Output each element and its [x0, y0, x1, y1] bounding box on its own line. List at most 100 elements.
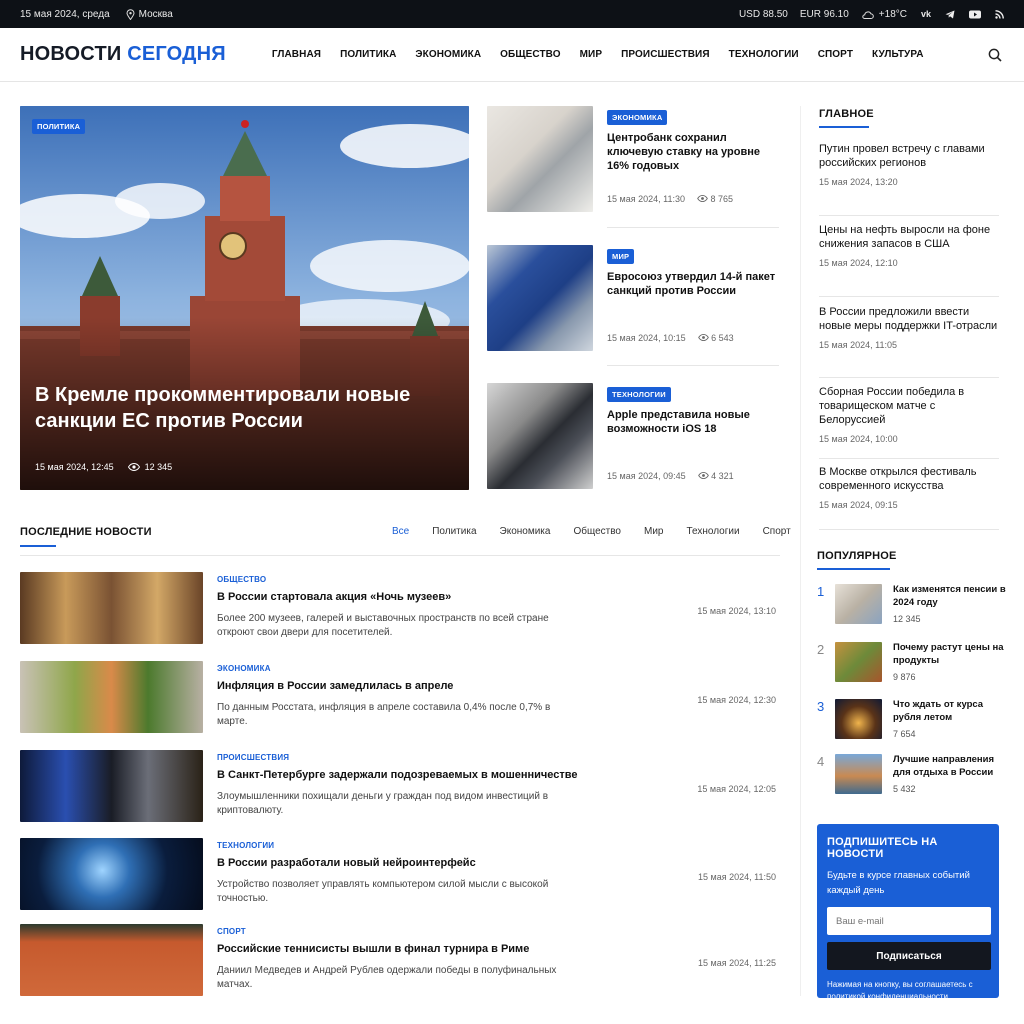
popular-item-title[interactable]: Что ждать от курса рубля летом	[893, 698, 1007, 724]
main-news-item[interactable]: Путин провел встречу с главами российски…	[819, 142, 999, 187]
news-row-category[interactable]: ЭКОНОМИКА	[217, 664, 271, 673]
hero-title[interactable]: В Кремле прокомментировали новые санкции…	[35, 382, 435, 434]
telegram-icon[interactable]	[945, 10, 955, 19]
usd-rate: USD 88.50	[738, 8, 788, 20]
tab-sport[interactable]: Спорт	[763, 526, 791, 537]
main-news-item[interactable]: В Москве открылся фестиваль современного…	[819, 465, 999, 510]
news-row[interactable]: ПРОИСШЕСТВИЯ В Санкт-Петербурге задержал…	[20, 750, 780, 822]
hero-category-badge[interactable]: ПОЛИТИКА	[32, 119, 86, 134]
iphone-image	[487, 383, 593, 489]
eu-flags-image	[487, 245, 593, 351]
nav-item-economy[interactable]: ЭКОНОМИКА	[415, 49, 481, 60]
news-row-category[interactable]: СПОРТ	[217, 927, 246, 936]
main-news-title: ГЛАВНОЕ	[819, 108, 874, 120]
divider	[607, 365, 779, 366]
tab-world[interactable]: Мир	[644, 526, 663, 537]
eye-icon	[697, 194, 708, 203]
nav-item-politics[interactable]: ПОЛИТИКА	[340, 49, 396, 60]
news-row-title[interactable]: В Санкт-Петербурге задержали подозреваем…	[217, 769, 578, 781]
popular-item-views: 12 345	[893, 614, 921, 624]
main-news-item[interactable]: Цены на нефть выросли на фоне снижения з…	[819, 223, 999, 268]
side-article[interactable]: МИР Евросоюз утвердил 14-й пакет санкций…	[487, 245, 779, 351]
tab-politics[interactable]: Политика	[432, 526, 476, 537]
popular-item[interactable]: 3 Что ждать от курса рубля летом 7 654	[817, 699, 1007, 739]
popular-item[interactable]: 4 Лучшие направления для отдыха в России…	[817, 754, 1007, 794]
main-news-item-title[interactable]: В России предложили ввести новые меры по…	[819, 305, 999, 333]
privacy-policy-link[interactable]: политикой конфиденциальности	[827, 992, 948, 1001]
tab-all[interactable]: Все	[392, 526, 409, 537]
news-row-desc: По данным Росстата, инфляция в апреле со…	[217, 702, 551, 727]
location-pin-icon	[126, 8, 135, 20]
latest-news-header: ПОСЛЕДНИЕ НОВОСТИ Все Политика Экономика…	[20, 524, 791, 554]
nav-item-tech[interactable]: ТЕХНОЛОГИИ	[729, 49, 799, 60]
vk-icon[interactable]: vk	[921, 9, 931, 19]
main-news-item[interactable]: В России предложили ввести новые меры по…	[819, 305, 999, 350]
popular-item[interactable]: 2 Почему растут цены на продукты 9 876	[817, 642, 1007, 682]
rss-icon[interactable]	[995, 9, 1004, 19]
popular-item-title[interactable]: Как изменятся пенсии в 2024 году	[893, 583, 1007, 609]
logo[interactable]: НОВОСТИ СЕГОДНЯ	[20, 43, 226, 66]
nav-item-incidents[interactable]: ПРОИСШЕСТВИЯ	[621, 49, 710, 60]
main-news-item-date: 15 мая 2024, 10:00	[819, 434, 898, 444]
nav-item-main[interactable]: ГЛАВНАЯ	[272, 49, 321, 60]
ruble-image	[835, 699, 882, 739]
popular-item-views: 7 654	[893, 729, 916, 739]
side-article[interactable]: ТЕХНОЛОГИИ Apple представила новые возмо…	[487, 383, 779, 489]
main-news-item-title[interactable]: Путин провел встречу с главами российски…	[819, 142, 999, 170]
views-count: 8 765	[710, 194, 734, 204]
news-row[interactable]: СПОРТ Российские теннисисты вышли в фина…	[20, 924, 780, 996]
nav-item-world[interactable]: МИР	[580, 49, 603, 60]
news-row-category[interactable]: ТЕХНОЛОГИИ	[217, 841, 274, 850]
main-nav: ГЛАВНАЯ ПОЛИТИКА ЭКОНОМИКА ОБЩЕСТВО МИР …	[272, 49, 924, 60]
tab-society[interactable]: Общество	[573, 526, 621, 537]
news-row-desc: Злоумышленники похищали деньги у граждан…	[217, 791, 549, 816]
cloud-sun-icon	[862, 10, 874, 19]
email-input[interactable]	[827, 907, 991, 935]
nav-item-culture[interactable]: КУЛЬТУРА	[872, 49, 924, 60]
side-article-title[interactable]: Центробанк сохранил ключевую ставку на у…	[607, 131, 777, 173]
news-row-title[interactable]: В России разработали новый нейроинтерфей…	[217, 857, 476, 869]
title-underline	[817, 568, 890, 570]
tab-tech[interactable]: Технологии	[686, 526, 739, 537]
subscribe-title: ПОДПИШИТЕСЬ НА НОВОСТИ	[827, 836, 938, 860]
side-article[interactable]: ЭКОНОМИКА Центробанк сохранил ключевую с…	[487, 106, 779, 212]
popular-item-title[interactable]: Почему растут цены на продукты	[893, 641, 1007, 667]
main-news-item-date: 15 мая 2024, 09:15	[819, 500, 898, 510]
divider	[819, 215, 999, 216]
search-icon[interactable]	[988, 48, 1002, 62]
news-row-title[interactable]: Инфляция в России замедлилась в апреле	[217, 680, 453, 692]
news-row-title[interactable]: В России стартовала акция «Ночь музеев»	[217, 591, 451, 603]
side-article-title[interactable]: Евросоюз утвердил 14-й пакет санкций про…	[607, 270, 777, 298]
youtube-icon[interactable]	[969, 10, 981, 19]
side-article-meta: 15 мая 2024, 09:45 4 321	[607, 471, 734, 481]
side-article-title[interactable]: Apple представила новые возможности iOS …	[607, 408, 777, 436]
location[interactable]: Москва	[126, 9, 173, 20]
news-row-date: 15 мая 2024, 12:05	[697, 784, 776, 794]
tab-economy[interactable]: Экономика	[500, 526, 551, 537]
hero-article[interactable]: ПОЛИТИКА В Кремле прокомментировали новы…	[20, 106, 469, 490]
news-row[interactable]: ОБЩЕСТВО В России стартовала акция «Ночь…	[20, 572, 780, 644]
side-article-category[interactable]: ТЕХНОЛОГИИ	[607, 387, 671, 402]
divider	[819, 296, 999, 297]
divider	[819, 458, 999, 459]
subscribe-button[interactable]: Подписаться	[827, 942, 991, 970]
main-news-item-title[interactable]: В Москве открылся фестиваль современного…	[819, 465, 999, 493]
main-news-item-title[interactable]: Сборная России победила в товарищеском м…	[819, 385, 999, 427]
weather: +18°C	[861, 9, 907, 20]
news-row[interactable]: ЭКОНОМИКА Инфляция в России замедлилась …	[20, 661, 780, 733]
grocery-basket-image	[20, 661, 203, 733]
title-underline	[819, 126, 869, 128]
side-article-category[interactable]: ЭКОНОМИКА	[607, 110, 668, 125]
nav-item-sport[interactable]: СПОРТ	[818, 49, 853, 60]
popular-item-title[interactable]: Лучшие направления для отдыха в России	[893, 753, 1007, 779]
news-row-category[interactable]: ОБЩЕСТВО	[217, 575, 266, 584]
news-row-category[interactable]: ПРОИСШЕСТВИЯ	[217, 753, 289, 762]
brain-interface-image	[20, 838, 203, 910]
main-news-item-title[interactable]: Цены на нефть выросли на фоне снижения з…	[819, 223, 999, 251]
nav-item-society[interactable]: ОБЩЕСТВО	[500, 49, 560, 60]
news-row-title[interactable]: Российские теннисисты вышли в финал турн…	[217, 943, 529, 955]
main-news-item[interactable]: Сборная России победила в товарищеском м…	[819, 385, 999, 444]
popular-item[interactable]: 1 Как изменятся пенсии в 2024 году 12 34…	[817, 584, 1007, 624]
side-article-category[interactable]: МИР	[607, 249, 635, 264]
news-row[interactable]: ТЕХНОЛОГИИ В России разработали новый не…	[20, 838, 780, 910]
